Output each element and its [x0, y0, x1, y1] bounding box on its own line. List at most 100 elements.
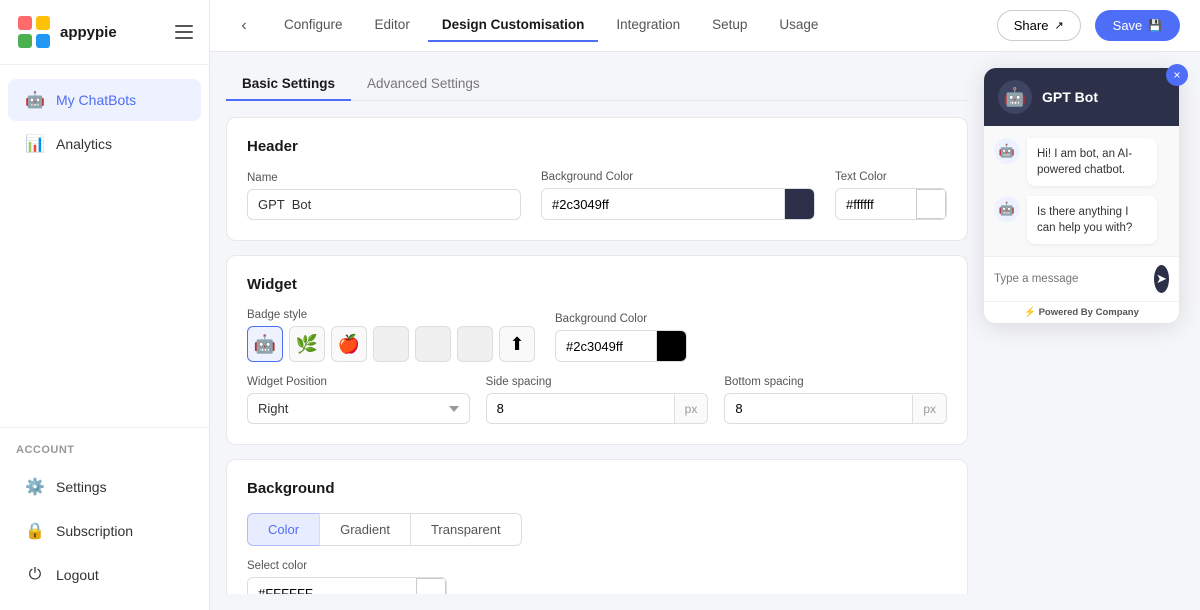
header-text-color-label: Text Color: [835, 171, 947, 183]
bottom-spacing-unit: px: [912, 395, 946, 423]
appypie-logo-text: appypie: [60, 24, 117, 41]
badge-icon-4[interactable]: [373, 326, 409, 362]
chat-footer: ⚡ Powered By Company: [984, 301, 1179, 323]
bg-tab-gradient[interactable]: Gradient: [319, 513, 411, 546]
header-text-color-input[interactable]: [836, 190, 916, 219]
bg-tab-color[interactable]: Color: [247, 513, 319, 546]
tab-configure[interactable]: Configure: [270, 9, 357, 42]
select-color-wrapper: [247, 577, 447, 594]
chat-bubble-2: Is there anything I can help you with?: [1027, 196, 1157, 244]
chat-bubble-1: Hi! I am bot, an AI-powered chatbot.: [1027, 138, 1157, 186]
badge-icon-5[interactable]: [415, 326, 451, 362]
sidebar-nav: 🤖 My ChatBots 📊 Analytics: [0, 65, 209, 427]
chat-send-button[interactable]: ➤: [1154, 265, 1169, 293]
save-label: Save: [1113, 18, 1143, 33]
header-bg-color-group: Background Color: [541, 171, 815, 220]
header-form-row: Name Background Color Text Color: [247, 171, 947, 220]
widget-position-select[interactable]: Right Left: [247, 393, 470, 424]
sidebar-item-analytics[interactable]: 📊 Analytics: [8, 123, 201, 165]
analytics-icon: 📊: [24, 133, 46, 155]
badge-icon-upload[interactable]: ⬆: [499, 326, 535, 362]
chat-header-title: GPT Bot: [1042, 89, 1098, 105]
chat-window: 🤖 GPT Bot 🤖 Hi! I am bot, an AI-powered …: [984, 68, 1179, 323]
badge-style-group: Badge style 🤖 🌿 🍎 ⬆: [247, 309, 535, 362]
header-name-label: Name: [247, 172, 521, 184]
chat-message-input[interactable]: [994, 273, 1148, 285]
logout-label: Logout: [56, 567, 99, 583]
badge-icons-row: 🤖 🌿 🍎 ⬆: [247, 326, 535, 362]
tab-editor[interactable]: Editor: [361, 9, 424, 42]
settings-label: Settings: [56, 479, 107, 495]
widget-row1: Badge style 🤖 🌿 🍎 ⬆ Background Color: [247, 309, 947, 362]
save-icon: 💾: [1148, 19, 1162, 32]
sub-tab-basic[interactable]: Basic Settings: [226, 68, 351, 101]
badge-style-label: Badge style: [247, 309, 535, 321]
bottom-spacing-input[interactable]: [725, 394, 912, 423]
select-color-swatch[interactable]: [416, 578, 446, 594]
subscription-label: Subscription: [56, 523, 133, 539]
sidebar: appypie 🤖 My ChatBots 📊 Analytics Accoun…: [0, 0, 210, 610]
badge-icon-6[interactable]: [457, 326, 493, 362]
sidebar-item-settings[interactable]: ⚙️ Settings: [8, 466, 201, 508]
chat-messages: 🤖 Hi! I am bot, an AI-powered chatbot. 🤖…: [984, 126, 1179, 256]
background-card-title: Background: [247, 480, 947, 497]
sub-tab-advanced[interactable]: Advanced Settings: [351, 68, 496, 101]
top-nav: ‹ Configure Editor Design Customisation …: [210, 0, 1200, 52]
main-content: ‹ Configure Editor Design Customisation …: [210, 0, 1200, 610]
tab-integration[interactable]: Integration: [602, 9, 694, 42]
sidebar-item-label-analytics: Analytics: [56, 136, 112, 152]
settings-icon: ⚙️: [24, 476, 46, 498]
side-spacing-input[interactable]: [487, 394, 674, 423]
bg-tab-transparent[interactable]: Transparent: [411, 513, 522, 546]
account-label: Account: [0, 440, 209, 464]
widget-bg-color-input[interactable]: [556, 332, 656, 361]
bottom-spacing-group: Bottom spacing px: [724, 376, 947, 424]
sidebar-item-subscription[interactable]: 🔒 Subscription: [8, 510, 201, 552]
header-name-group: Name: [247, 172, 521, 220]
widget-card-title: Widget: [247, 276, 947, 293]
tab-setup[interactable]: Setup: [698, 9, 761, 42]
sub-tabs: Basic Settings Advanced Settings: [226, 68, 968, 101]
widget-position-group: Widget Position Right Left: [247, 376, 470, 424]
header-bg-color-input[interactable]: [542, 190, 784, 219]
background-card: Background Color Gradient Transparent Se…: [226, 459, 968, 594]
badge-icon-3[interactable]: 🍎: [331, 326, 367, 362]
header-name-input[interactable]: [247, 189, 521, 220]
badge-icon-2[interactable]: 🌿: [289, 326, 325, 362]
chat-header-avatar-icon: 🤖: [1004, 87, 1026, 108]
back-button[interactable]: ‹: [230, 12, 258, 40]
header-card: Header Name Background Color Te: [226, 117, 968, 241]
chat-input-area: ➤: [984, 256, 1179, 301]
badge-icon-1[interactable]: 🤖: [247, 326, 283, 362]
header-bg-color-label: Background Color: [541, 171, 815, 183]
widget-bg-color-swatch[interactable]: [656, 331, 686, 361]
appypie-logo-icon: [16, 14, 52, 50]
widget-position-label: Widget Position: [247, 376, 470, 388]
sidebar-item-logout[interactable]: ⏻ Logout: [8, 554, 201, 596]
header-text-color-group: Text Color: [835, 171, 947, 220]
save-button[interactable]: Save 💾: [1095, 10, 1180, 41]
chat-message-2: 🤖 Is there anything I can help you with?: [994, 196, 1169, 244]
share-icon: ↗: [1054, 19, 1063, 32]
share-label: Share: [1014, 18, 1049, 33]
chat-msg-avatar-1: 🤖: [994, 138, 1020, 164]
sidebar-item-my-chatbots[interactable]: 🤖 My ChatBots: [8, 79, 201, 121]
sidebar-item-label-chatbots: My ChatBots: [56, 92, 136, 108]
header-bg-color-swatch[interactable]: [784, 189, 814, 219]
select-color-group: Select color: [247, 560, 947, 594]
tab-design[interactable]: Design Customisation: [428, 9, 599, 42]
chat-footer-brand: Company: [1096, 307, 1139, 318]
chat-header-avatar: 🤖: [998, 80, 1032, 114]
bottom-spacing-label: Bottom spacing: [724, 376, 947, 388]
select-color-input[interactable]: [248, 579, 416, 595]
share-button[interactable]: Share ↗: [997, 10, 1081, 41]
subscription-icon: 🔒: [24, 520, 46, 542]
close-preview-button[interactable]: ×: [1166, 64, 1188, 86]
chat-preview: × 🤖 GPT Bot 🤖 Hi! I am bot, an AI-powere…: [984, 68, 1184, 594]
header-card-title: Header: [247, 138, 947, 155]
tab-usage[interactable]: Usage: [765, 9, 832, 42]
select-color-label: Select color: [247, 560, 947, 572]
hamburger-menu[interactable]: [175, 25, 193, 39]
header-text-color-swatch[interactable]: [916, 189, 946, 219]
sidebar-bottom: Account ⚙️ Settings 🔒 Subscription ⏻ Log…: [0, 427, 209, 610]
